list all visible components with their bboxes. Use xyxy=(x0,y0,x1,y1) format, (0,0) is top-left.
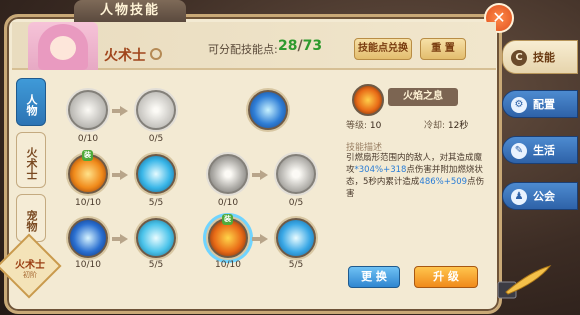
tab-fire-mage[interactable]: 火术士 xyxy=(16,132,46,188)
window-title: 人物技能 xyxy=(74,0,186,22)
skill-points-total: 73 xyxy=(302,38,323,54)
skill-level: 10/10 xyxy=(75,260,101,270)
skill-level: 0/10 xyxy=(77,134,99,144)
menu-guild[interactable]: ♟ 公会 xyxy=(502,182,578,210)
arrow-icon xyxy=(112,170,128,180)
avatar xyxy=(28,22,98,70)
crescent-icon[interactable] xyxy=(136,154,176,194)
skill-cooldown-value: 12秒 xyxy=(447,121,469,131)
avatar-face xyxy=(50,36,76,60)
arrow-icon xyxy=(112,234,128,244)
skill-level-info: 等级: 10 xyxy=(346,118,381,131)
ring-icon[interactable] xyxy=(276,154,316,194)
water-orb-icon[interactable] xyxy=(248,90,288,130)
skill-level: 10/10 xyxy=(75,198,101,208)
guild-icon: ♟ xyxy=(511,189,527,205)
menu-skill[interactable]: C 技能 xyxy=(502,40,578,74)
skill-cooldown-info: 冷却: 12秒 xyxy=(424,118,468,131)
arrow-icon xyxy=(112,106,128,116)
class-emblem-sub: 初阶 xyxy=(23,271,37,279)
skill-points-value: 28/73 xyxy=(278,38,322,54)
sphere-icon[interactable] xyxy=(276,218,316,258)
upgrade-button[interactable]: 升 级 xyxy=(414,266,478,288)
learned-badge: 装 xyxy=(222,214,233,225)
feather-quill-icon xyxy=(497,265,552,299)
gear-icon: ⚙ xyxy=(511,97,527,113)
menu-label: 公会 xyxy=(533,190,555,203)
chat-icon: ✎ xyxy=(511,143,527,159)
replace-button[interactable]: 更 换 xyxy=(348,266,400,288)
desc-highlight: 486%+509 xyxy=(419,177,468,187)
reset-button[interactable]: 重 置 xyxy=(420,38,466,60)
exchange-points-button[interactable]: 技能点兑换 xyxy=(354,38,412,60)
skill-cooldown-label: 冷却: xyxy=(424,121,446,131)
tab-character[interactable]: 人物 xyxy=(16,78,46,126)
skill-level: 5/5 xyxy=(148,198,164,208)
flame-pillar-icon[interactable] xyxy=(208,154,248,194)
side-tab-bar: 人物 火术士 宠物 xyxy=(16,78,46,248)
class-name: 火术士 xyxy=(104,48,146,64)
skill-name: 火焰之息 xyxy=(388,88,458,106)
arrow-icon xyxy=(252,170,268,180)
claw-icon[interactable] xyxy=(68,90,108,130)
lightning-icon[interactable] xyxy=(68,218,108,258)
arrow-burst-icon[interactable] xyxy=(136,90,176,130)
skill-points-label: 可分配技能点: xyxy=(208,43,278,56)
menu-config[interactable]: ⚙ 配置 xyxy=(502,90,578,118)
menu-life[interactable]: ✎ 生活 xyxy=(502,136,578,164)
skill-level-value: 10 xyxy=(369,121,382,131)
skill-level: 10/10 xyxy=(215,260,241,270)
menu-label: 配置 xyxy=(533,98,555,111)
skill-level: 5/5 xyxy=(148,260,164,270)
class-emblem-label: 火术士 xyxy=(15,260,45,271)
learned-badge: 装 xyxy=(82,150,93,161)
skill-description: 引燃扇形范围内的敌人，对其造成魔攻*304%+318点伤害并附加燃烧状态，5秒内… xyxy=(346,152,486,200)
skill-level: 5/5 xyxy=(288,260,304,270)
wind-icon[interactable] xyxy=(136,218,176,258)
skill-tree: 0/10 0/5 装 10/10 5/5 0/10 0/5 10/10 5/5 … xyxy=(54,76,326,276)
desc-highlight: *304%+318 xyxy=(354,165,407,175)
flame-breath-icon xyxy=(352,84,384,116)
skill-level: 0/5 xyxy=(148,134,164,144)
skill-icon: C xyxy=(511,50,527,66)
class-info-icon[interactable] xyxy=(150,48,162,60)
skill-level-label: 等级: xyxy=(346,121,368,131)
skill-level: 0/5 xyxy=(288,198,304,208)
menu-label: 技能 xyxy=(533,51,555,64)
menu-label: 生活 xyxy=(533,144,555,157)
skill-points-current: 28 xyxy=(278,38,298,54)
arrow-icon xyxy=(252,234,268,244)
skill-level: 0/10 xyxy=(217,198,239,208)
